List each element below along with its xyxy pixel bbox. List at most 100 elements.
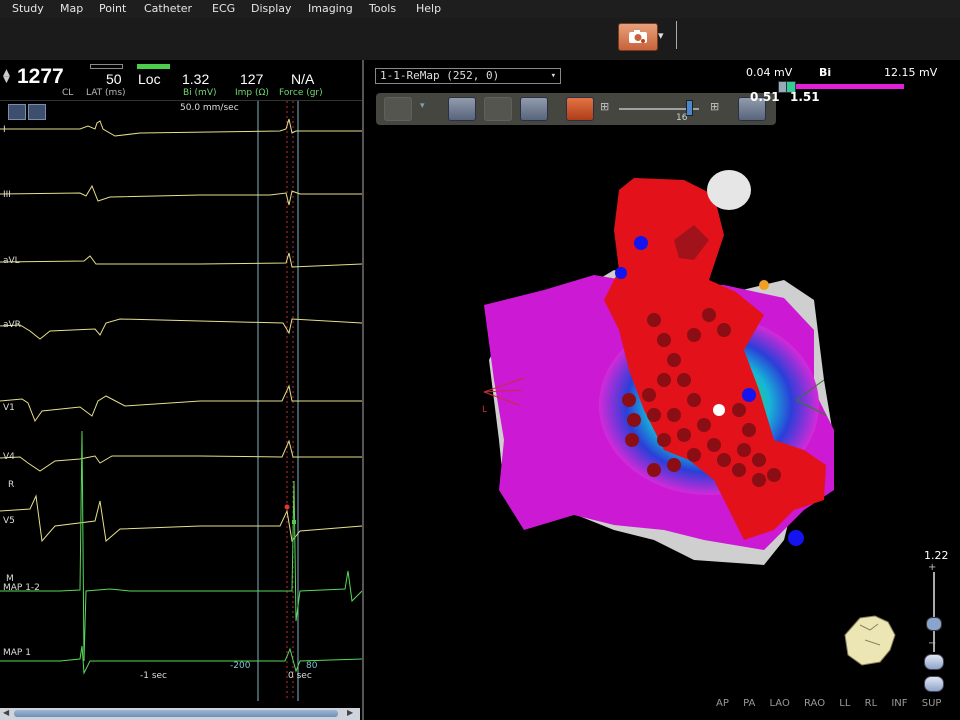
channel-label-aVL: aVL (3, 256, 20, 266)
channel-label-I: I (3, 125, 6, 135)
time-left-label: -1 sec (140, 671, 168, 681)
trace-V1 (0, 384, 362, 423)
tag-blue (615, 267, 627, 279)
zoom-slider-knob[interactable] (926, 617, 942, 631)
channel-label-III: III (3, 190, 11, 200)
menu-display[interactable]: Display (251, 2, 292, 15)
channel-label-MAP-1: MAP 1 (3, 648, 31, 658)
menu-imaging[interactable]: Imaging (308, 2, 353, 15)
loc-indicator (137, 64, 170, 69)
ecg-traces (0, 101, 362, 701)
trace-aVL (0, 252, 362, 268)
orientation-heart-icon (844, 615, 896, 666)
rotate-down-button[interactable] (924, 654, 944, 670)
menu-bar: Study Map Point Catheter ECG Display Ima… (0, 0, 960, 18)
channel-label-MAP-1-2: MAP 1-2 (3, 583, 40, 593)
snapshot-button[interactable] (618, 23, 658, 51)
bi-min-value: 0.04 mV (746, 66, 793, 79)
channel-label-V4: V4 (3, 452, 15, 462)
view-pa[interactable]: PA (743, 698, 755, 709)
grid-large-icon: ⊞ (710, 100, 720, 113)
trace-MAP-1-2 (0, 430, 362, 662)
bi-high-threshold: 1.51 (790, 90, 820, 104)
zoom-value: 1.22 (924, 549, 949, 562)
marker-R-label: R (8, 480, 15, 490)
impedance-value: 127 (240, 71, 264, 87)
view-ll[interactable]: LL (839, 698, 850, 709)
tag-blue (634, 236, 648, 250)
bi-low-threshold: 0.51 (750, 90, 780, 104)
menu-ecg[interactable]: ECG (212, 2, 235, 15)
trace-aVR (0, 318, 362, 340)
loc-value: Loc (138, 71, 161, 87)
cl-stepper-icon[interactable]: ▲ ▼ (3, 69, 10, 85)
bipolar-scale: 0.04 mV Bi 12.15 mV 0.51 1.51 (744, 64, 958, 104)
rotate-up-button[interactable] (924, 676, 944, 692)
channel-label-aVR: aVR (3, 320, 21, 330)
menu-help[interactable]: Help (416, 2, 441, 15)
main-toolbar: ▾ (0, 18, 960, 61)
map-panel: L 1-1-ReMap (252, 0) ▾ ▾ ⊞ 16 ⊞ 0.04 mV … (364, 60, 960, 720)
menu-tools[interactable]: Tools (369, 2, 396, 15)
view-rao[interactable]: RAO (804, 698, 825, 709)
lat-label: LAT (ms) (86, 88, 126, 98)
trace-V4 (0, 439, 362, 472)
cycle-length-value: 1277 (17, 65, 64, 88)
catheter-view-button[interactable] (448, 97, 476, 121)
catheter-readout: ▲ ▼ 1277 CL 50 LAT (ms) Loc 1.32 Bi (mV) … (0, 60, 362, 101)
catheter-tip (713, 404, 725, 416)
toolbar-divider (676, 21, 677, 49)
lat-value: 50 (106, 71, 122, 87)
channel-label-V5: V5 (3, 516, 15, 526)
orientation-label: L (482, 405, 488, 415)
time-right-label: 0 sec (288, 671, 312, 681)
menu-map[interactable]: Map (60, 2, 83, 15)
trace-V5 (0, 494, 362, 543)
tag-orange (759, 280, 769, 290)
scroll-left-icon[interactable]: ◀ (3, 708, 9, 717)
view-lao[interactable]: LAO (769, 698, 789, 709)
chevron-down-icon[interactable]: ▾ (420, 101, 425, 111)
camera-icon (629, 30, 647, 43)
view-inf[interactable]: INF (891, 698, 907, 709)
window-left-value: -200 (230, 661, 251, 671)
chevron-down-icon: ▾ (550, 71, 556, 81)
scroll-right-icon[interactable]: ▶ (347, 708, 353, 717)
window-right-value: 80 (306, 661, 318, 671)
chevron-down-icon[interactable]: ▾ (658, 29, 664, 42)
bi-max-value: 12.15 mV (884, 66, 938, 79)
bipolar-label: Bi (mV) (183, 88, 217, 98)
bipolar-value: 1.32 (182, 71, 210, 87)
map-tools-panel: ▾ ⊞ 16 ⊞ (376, 93, 776, 125)
resolution-slider-value: 16 (676, 113, 688, 123)
ecg-scrollbar[interactable]: ◀ ▶ (0, 708, 360, 720)
grid-small-icon: ⊞ (600, 100, 610, 113)
edit-tool-button[interactable] (484, 97, 512, 121)
grid-color-button[interactable] (566, 97, 594, 121)
impedance-label: Imp (Ω) (235, 88, 269, 98)
eraser-tool-button[interactable] (520, 97, 548, 121)
channel-label-V1: V1 (3, 403, 15, 413)
menu-catheter[interactable]: Catheter (144, 2, 192, 15)
force-value: N/A (291, 71, 315, 87)
point-tool-button[interactable] (384, 97, 412, 121)
lat-indicator (90, 64, 123, 69)
view-ap[interactable]: AP (716, 698, 729, 709)
scroll-thumb[interactable] (14, 710, 338, 717)
view-sup[interactable]: SUP (922, 698, 942, 709)
trace-I (0, 118, 362, 137)
map-selector[interactable]: 1-1-ReMap (252, 0) ▾ (375, 68, 561, 84)
bi-mode-label: Bi (819, 66, 832, 79)
map-selector-value: 1-1-ReMap (252, 0) (380, 69, 500, 82)
tag-blue (742, 388, 756, 402)
zoom-out-icon[interactable]: − (928, 638, 936, 649)
menu-point[interactable]: Point (99, 2, 126, 15)
ecg-panel: ▲ ▼ 1277 CL 50 LAT (ms) Loc 1.32 Bi (mV) … (0, 60, 364, 720)
force-label: Force (gr) (279, 88, 323, 98)
view-rl[interactable]: RL (865, 698, 878, 709)
timing-marker-green (292, 520, 296, 524)
map-gray-patch (707, 170, 751, 210)
menu-study[interactable]: Study (12, 2, 44, 15)
tag-blue (788, 530, 804, 546)
trace-III (0, 184, 362, 206)
